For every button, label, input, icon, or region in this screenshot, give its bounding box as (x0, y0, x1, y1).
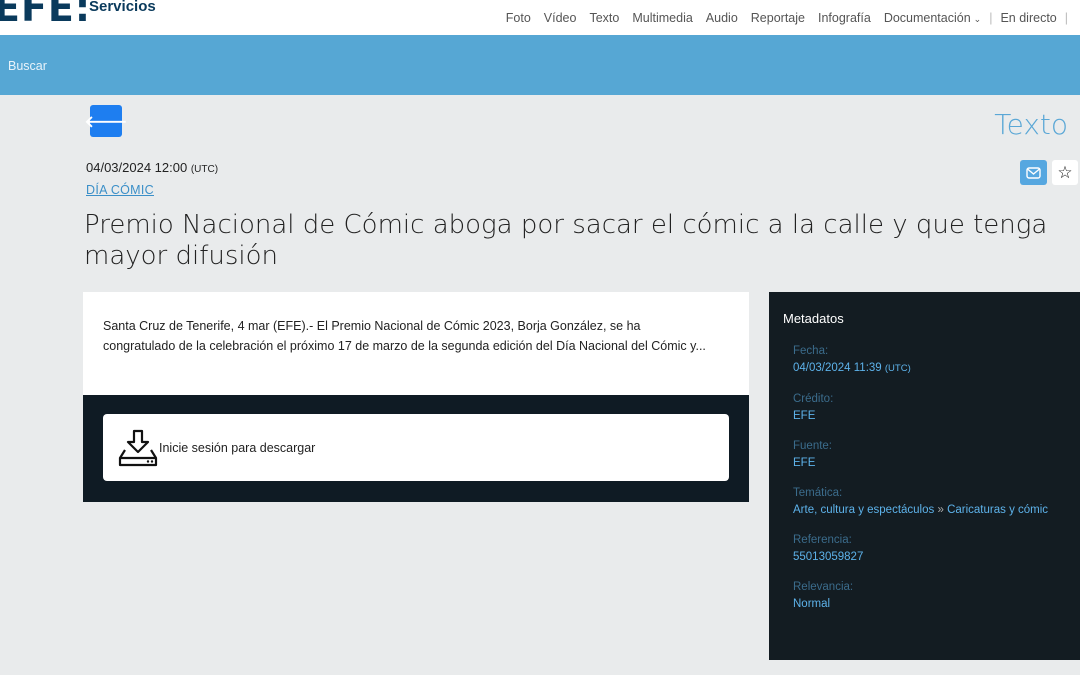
meta-fecha-value: 04/03/2024 11:39 (UTC) (793, 359, 1053, 378)
favorite-button[interactable]: ☆ (1052, 160, 1078, 185)
back-button[interactable]: 🡐 (85, 105, 127, 137)
meta-tematica: Temática: Arte, cultura y espectáculos »… (793, 485, 1053, 519)
meta-credito-value: EFE (793, 410, 816, 422)
nav-item-texto[interactable]: Texto (589, 11, 619, 25)
nav-divider: | (989, 11, 993, 25)
meta-fuente: Fuente: EFE (793, 438, 1053, 472)
meta-fecha-key: Fecha: (793, 345, 829, 357)
nav-item-multimedia[interactable]: Multimedia (632, 11, 692, 25)
metadata-list: Fecha: 04/03/2024 11:39 (UTC) Crédito: E… (793, 343, 1053, 626)
meta-referencia-value: 55013059827 (793, 551, 864, 563)
nav-item-documentacion-label: Documentación (883, 11, 971, 25)
download-label: Inicie sesión para descargar (159, 440, 316, 455)
meta-fuente-value: EFE (793, 457, 816, 469)
nav-item-audio[interactable]: Audio (706, 11, 738, 25)
meta-tematica-value: Arte, cultura y espectáculos » Caricatur… (793, 501, 1053, 519)
search-input[interactable]: Buscar (8, 59, 47, 73)
meta-credito: Crédito: EFE (793, 391, 1053, 425)
efe-logo[interactable]: EFE: (0, 0, 91, 30)
arrow-left-icon: 🡐 (84, 113, 128, 131)
download-section: Inicie sesión para descargar (83, 395, 749, 502)
article-date-tz: (UTC) (190, 164, 219, 175)
meta-fecha: Fecha: 04/03/2024 11:39 (UTC) (793, 343, 1053, 378)
main-nav: Foto Vídeo Texto Multimedia Audio Report… (493, 11, 1068, 25)
content-type-label: Texto (994, 108, 1068, 141)
tematica-link-arte[interactable]: Arte, cultura y espectáculos (793, 504, 934, 516)
meta-relevancia-key: Relevancia: (793, 581, 854, 593)
article-summary-card: Santa Cruz de Tenerife, 4 mar (EFE).- El… (83, 292, 749, 395)
category-link[interactable]: DÍA CÓMIC (86, 183, 154, 197)
article-date: 04/03/2024 12:00 (UTC) (86, 160, 218, 175)
nav-item-infografia[interactable]: Infografía (818, 11, 871, 25)
email-button[interactable] (1020, 160, 1047, 185)
meta-credito-key: Crédito: (793, 393, 834, 405)
nav-divider-end: | (1064, 11, 1068, 25)
brand-subtitle: Servicios (89, 0, 156, 15)
meta-referencia-key: Referencia: (793, 534, 852, 546)
meta-relevancia: Relevancia: Normal (793, 579, 1053, 613)
download-icon (118, 429, 158, 466)
article-date-value: 04/03/2024 12:00 (86, 160, 188, 175)
top-header: EFE: Servicios Foto Vídeo Texto Multimed… (0, 0, 1080, 35)
article-headline: Premio Nacional de Cómic aboga por sacar… (84, 210, 1048, 271)
tematica-link-caricaturas[interactable]: Caricaturas y cómic (947, 504, 1048, 516)
meta-referencia: Referencia: 55013059827 (793, 532, 1053, 566)
login-to-download-button[interactable]: Inicie sesión para descargar (103, 414, 729, 481)
search-bar[interactable]: Buscar (0, 35, 1080, 95)
article-body: Santa Cruz de Tenerife, 4 mar (EFE).- El… (103, 319, 706, 353)
star-icon: ☆ (1057, 162, 1073, 182)
metadata-title: Metadatos (783, 311, 844, 326)
nav-item-documentacion[interactable]: Documentación ⌄ (884, 11, 981, 25)
meta-relevancia-value: Normal (793, 598, 831, 610)
meta-fecha-date: 04/03/2024 11:39 (793, 362, 882, 374)
breadcrumb-separator: » (937, 504, 944, 516)
nav-item-foto[interactable]: Foto (506, 11, 531, 25)
nav-item-video[interactable]: Vídeo (544, 11, 577, 25)
meta-tematica-key: Temática: (793, 487, 843, 499)
metadata-panel: Metadatos Fecha: 04/03/2024 11:39 (UTC) … (769, 292, 1080, 660)
nav-item-reportaje[interactable]: Reportaje (751, 11, 805, 25)
nav-item-en-directo[interactable]: En directo (1000, 11, 1056, 25)
meta-fecha-tz: (UTC) (884, 363, 911, 374)
chevron-down-icon: ⌄ (973, 14, 982, 24)
envelope-icon (1026, 166, 1041, 179)
meta-fuente-key: Fuente: (793, 440, 832, 452)
